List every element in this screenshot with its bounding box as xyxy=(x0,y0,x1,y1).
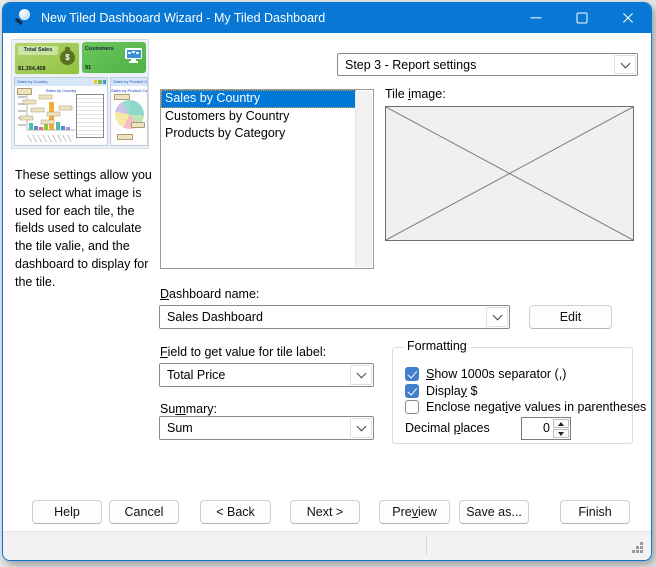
money-bag-icon: $ xyxy=(60,50,75,65)
finish-button[interactable]: Finish xyxy=(560,500,630,524)
checkbox-thousands-separator[interactable] xyxy=(405,367,419,381)
minimize-button[interactable] xyxy=(513,3,559,33)
chevron-down-icon xyxy=(350,418,372,438)
decimal-places-value[interactable]: 0 xyxy=(522,418,550,439)
cancel-button[interactable]: Cancel xyxy=(109,500,179,524)
list-scrollbar[interactable] xyxy=(355,91,372,267)
mini-legend-table xyxy=(76,94,104,138)
preview-tile-value: 91 xyxy=(85,65,91,71)
spin-down-button[interactable] xyxy=(553,429,569,438)
checkbox-negative-parentheses[interactable] xyxy=(405,400,419,414)
magnifier-app-icon xyxy=(15,9,33,27)
field-value-label: Field to get value for tile label: xyxy=(160,345,326,359)
summary-combo[interactable]: Sum xyxy=(159,416,374,440)
resize-grip[interactable] xyxy=(632,542,644,554)
preview-pie-chart-panel: Sales by Product Category Sales by Produ… xyxy=(110,77,148,146)
decimal-places-spinner[interactable]: 0 xyxy=(521,417,571,440)
preview-tile-value: $1,354,458 xyxy=(18,66,46,72)
dashboard-name-label: Dashboard name: xyxy=(160,287,259,301)
titlebar[interactable]: New Tiled Dashboard Wizard - My Tiled Da… xyxy=(3,3,651,33)
window-title: New Tiled Dashboard Wizard - My Tiled Da… xyxy=(41,3,325,33)
checkbox-label: Enclose negative values in parentheses xyxy=(426,400,646,414)
checkbox-label: Display $ xyxy=(426,384,477,398)
monitor-users-icon xyxy=(125,48,143,64)
maximize-button[interactable] xyxy=(559,3,605,33)
chevron-down-icon xyxy=(614,55,636,74)
step-selector[interactable]: Step 3 - Report settings xyxy=(337,53,638,76)
back-button[interactable]: < Back xyxy=(200,500,271,524)
preview-chart-title: Sales by Country xyxy=(15,88,107,93)
checkbox-label: Show 1000s separator (,) xyxy=(426,367,566,381)
list-item-customers-by-country[interactable]: Customers by Country xyxy=(161,108,356,126)
list-item-sales-by-country[interactable]: Sales by Country xyxy=(161,90,356,108)
preview-tile-total-sales: Total Sales $ $1,354,458 xyxy=(14,42,80,75)
wizard-window: New Tiled Dashboard Wizard - My Tiled Da… xyxy=(2,2,652,561)
checkbox-display-dollar[interactable] xyxy=(405,384,419,398)
preview-tile-customers: Customers 91 xyxy=(82,42,146,73)
chevron-down-icon xyxy=(486,307,508,327)
status-bar xyxy=(3,531,651,560)
field-value-combo[interactable]: Total Price xyxy=(159,363,374,387)
save-as-button[interactable]: Save as... xyxy=(459,500,529,524)
dashboard-preview-image: Total Sales $ $1,354,458 Customers 91 Sa… xyxy=(11,39,149,149)
preview-tile-label: Customers xyxy=(85,45,125,54)
placeholder-cross-icon xyxy=(386,107,633,240)
formatting-group-title: Formatting xyxy=(403,339,471,353)
formatting-group: Formatting Show 1000s separator (,) Disp… xyxy=(392,347,633,444)
resize-grip-icon xyxy=(640,550,643,553)
close-button[interactable] xyxy=(605,3,651,33)
preview-tile-label: Total Sales xyxy=(18,46,58,55)
arrow-down-icon xyxy=(558,432,564,436)
report-listbox: Sales by Country Customers by Country Pr… xyxy=(160,89,374,269)
tile-image-label: Tile image: xyxy=(385,87,446,101)
chevron-down-icon xyxy=(350,365,372,385)
decimal-places-label: Decimal places xyxy=(405,421,490,435)
arrow-up-icon xyxy=(558,422,564,426)
minimize-icon xyxy=(531,17,542,18)
settings-description: These settings allow you to select what … xyxy=(15,167,156,291)
summary-label: Summary: xyxy=(160,402,217,416)
status-bar-separator xyxy=(426,536,427,554)
preview-panel-title: Sales by Product Category xyxy=(111,78,147,86)
mini-axis-labels xyxy=(27,135,73,142)
dashboard-name-combo[interactable]: Sales Dashboard xyxy=(159,305,510,329)
list-item-products-by-category[interactable]: Products by Category xyxy=(161,125,356,143)
maximize-icon xyxy=(577,13,588,24)
spin-up-button[interactable] xyxy=(553,419,569,428)
tile-image-placeholder xyxy=(385,106,634,241)
next-button[interactable]: Next > xyxy=(290,500,360,524)
help-button[interactable]: Help xyxy=(32,500,102,524)
preview-button[interactable]: Preview xyxy=(379,500,450,524)
preview-bar-chart-panel: Sales by Country Sales by Country xyxy=(14,77,108,146)
edit-button[interactable]: Edit xyxy=(529,305,612,329)
preview-chart-title: Sales by Product Category xyxy=(111,88,147,93)
preview-panel-icons xyxy=(94,80,107,84)
